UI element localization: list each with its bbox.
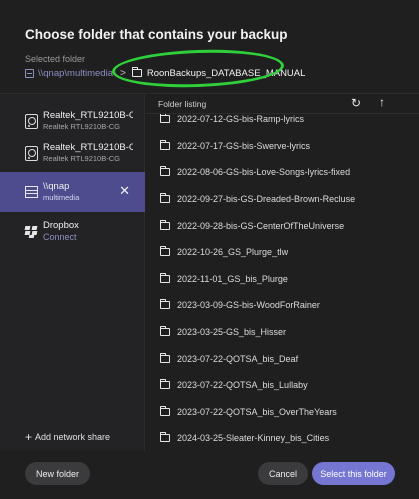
sidebar-item-realtek-2[interactable]: Realtek_RTL9210B-CG_0 Realtek RTL9210B-C…: [0, 134, 145, 172]
breadcrumb-current: RoonBackups_DATABASE_MANUAL: [131, 67, 306, 79]
add-network-share-button[interactable]: + Add network share: [25, 430, 111, 444]
choose-backup-folder-dialog: Choose folder that contains your backup …: [0, 0, 419, 499]
folder-name: 2023-07-22-QOTSA_bis_OverTheYears: [177, 406, 337, 417]
breadcrumb-root[interactable]: \\qnap\multimedia: [38, 68, 113, 79]
network-share-icon: [25, 186, 38, 198]
folder-name: 2022-10-26_GS_Plurge_tlw: [177, 247, 289, 258]
folder-icon: [159, 299, 170, 310]
folder-icon: [159, 379, 170, 390]
up-arrow-icon[interactable]: ↑: [379, 95, 385, 109]
hard-drive-icon: [25, 145, 38, 161]
add-network-share-label: Add network share: [35, 432, 111, 442]
folder-icon: [159, 166, 170, 177]
device-name: Realtek_RTL9210B-CG_0: [43, 142, 133, 153]
dropbox-label: Dropbox: [43, 221, 79, 232]
device-model: Realtek RTL9210B-CG: [43, 153, 120, 163]
folder-row[interactable]: 2022-10-26_GS_Plurge_tlw: [146, 239, 419, 266]
new-folder-button[interactable]: New folder: [25, 462, 90, 485]
sidebar-item-qnap[interactable]: \\qnap multimedia ✕: [0, 172, 145, 212]
scrollbar[interactable]: [414, 114, 418, 451]
folder-listing-header: Folder listing ↻ ↑: [146, 94, 419, 114]
folder-name: 2023-03-09-GS-bis-WoodForRainer: [177, 300, 320, 311]
folder-icon: [159, 193, 170, 204]
folder-row[interactable]: 2023-07-22-QOTSA_bis_Lullaby: [146, 372, 419, 399]
folder-icon: [159, 352, 170, 363]
folder-icon: [131, 67, 142, 77]
breadcrumb-separator: >: [119, 67, 126, 79]
browser-panel: Realtek_RTL9210B-CG_0 Realtek RTL9210B-C…: [0, 93, 419, 451]
folder-row[interactable]: 2023-07-22-QOTSA_bis_Deaf: [146, 345, 419, 372]
device-name: Realtek_RTL9210B-CG_0: [43, 110, 133, 121]
folder-name: 2022-09-28-bis-GS-CenterOfTheUniverse: [177, 220, 345, 231]
folder-row[interactable]: 2022-08-06-GS-bis-Love-Songs-lyrics-fixe…: [146, 159, 419, 186]
folder-icon: [159, 219, 170, 230]
folder-row[interactable]: 2023-03-25-GS_bis_Hisser: [146, 319, 419, 346]
close-icon[interactable]: ✕: [119, 184, 130, 198]
folder-row[interactable]: 2022-11-01_GS_bis_Plurge: [146, 266, 419, 293]
folder-row[interactable]: 2024-03-25-Sleater-Kinney_bis_Cities: [146, 425, 419, 451]
folder-icon: [159, 139, 170, 150]
folder-row[interactable]: 2023-03-09-GS-bis-WoodForRainer: [146, 292, 419, 319]
folder-name: 2022-11-01_GS_bis_Plurge: [177, 273, 288, 284]
folder-row[interactable]: 2023-07-22-QOTSA_bis_OverTheYears: [146, 399, 419, 426]
select-folder-button[interactable]: Select this folder: [312, 462, 395, 485]
selected-folder-label: Selected folder: [25, 54, 86, 64]
network-drive-icon: [25, 68, 34, 78]
folder-name: 2022-07-12-GS-bis-Ramp-lyrics: [177, 114, 305, 125]
sidebar-item-dropbox[interactable]: Dropbox Connect: [0, 212, 145, 252]
hard-drive-icon: [25, 113, 38, 129]
folder-icon: [159, 246, 170, 257]
dialog-title: Choose folder that contains your backup: [25, 27, 288, 42]
location-sidebar: Realtek_RTL9210B-CG_0 Realtek RTL9210B-C…: [0, 94, 145, 451]
breadcrumb: \\qnap\multimedia > RoonBackups_DATABASE…: [25, 64, 305, 82]
device-model: Realtek RTL9210B-CG: [43, 121, 120, 131]
folder-icon: [159, 326, 170, 337]
dropbox-connect-link[interactable]: Connect: [43, 232, 133, 242]
folder-icon: [159, 405, 170, 416]
folder-listing: Folder listing ↻ ↑ 2022-07-12-GS-bis-Ram…: [146, 94, 419, 451]
cancel-button[interactable]: Cancel: [258, 462, 308, 485]
folder-name: 2023-07-22-QOTSA_bis_Deaf: [177, 353, 299, 364]
breadcrumb-current-label: RoonBackups_DATABASE_MANUAL: [146, 67, 306, 79]
refresh-icon[interactable]: ↻: [351, 96, 361, 110]
dialog-footer: New folder Cancel Select this folder: [0, 450, 419, 499]
folder-name: 2022-08-06-GS-bis-Love-Songs-lyrics-fixe…: [177, 167, 351, 178]
folder-icon: [159, 272, 170, 283]
folder-name: 2024-03-25-Sleater-Kinney_bis_Cities: [177, 433, 330, 444]
folder-icon: [159, 432, 170, 443]
dropbox-icon: [24, 226, 38, 238]
folder-name: 2023-07-22-QOTSA_bis_Lullaby: [177, 380, 308, 391]
plus-icon: +: [25, 430, 33, 444]
folder-name: 2023-03-25-GS_bis_Hisser: [177, 327, 287, 338]
folder-row[interactable]: 2022-07-17-GS-bis-Swerve-lyrics: [146, 133, 419, 160]
folder-name: 2022-09-27-bis-GS-Dreaded-Brown-Recluse: [177, 194, 356, 205]
folder-list: 2022-07-12-GS-bis-Ramp-lyrics 2022-07-17-…: [146, 106, 419, 451]
folder-row[interactable]: 2022-09-28-bis-GS-CenterOfTheUniverse: [146, 212, 419, 239]
folder-row[interactable]: 2022-09-27-bis-GS-Dreaded-Brown-Recluse: [146, 186, 419, 213]
folder-name: 2022-07-17-GS-bis-Swerve-lyrics: [177, 140, 311, 151]
folder-icon: [159, 113, 170, 124]
folder-listing-label: Folder listing: [158, 99, 207, 109]
